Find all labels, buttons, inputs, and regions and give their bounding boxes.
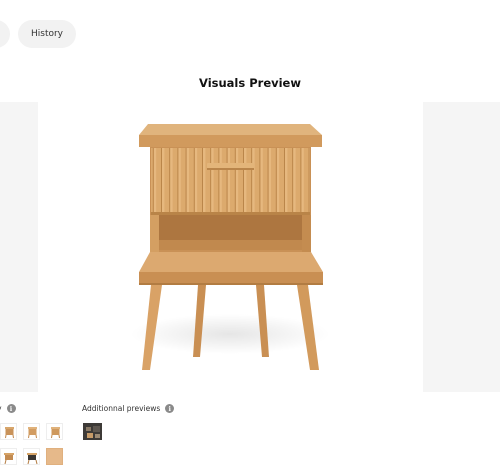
gallery-thumbnail[interactable] — [23, 423, 40, 440]
info-icon[interactable]: i — [6, 404, 16, 413]
nav-pill-left[interactable] — [0, 20, 10, 48]
gallery-thumbnail[interactable] — [0, 423, 17, 440]
previous-preview-panel[interactable] — [0, 102, 38, 392]
gallery-label-text: ry — [0, 404, 2, 413]
gallery-thumbnail[interactable] — [23, 448, 40, 465]
additional-preview-thumbnail[interactable] — [83, 423, 102, 440]
history-button[interactable]: History — [18, 20, 76, 48]
gallery-thumbnail[interactable] — [46, 423, 63, 440]
additional-previews-label-text: Additionnal previews — [82, 404, 161, 413]
info-icon[interactable]: i — [165, 404, 175, 413]
page-title: Visuals Preview — [199, 76, 301, 90]
gallery-section-label: ry i — [0, 404, 16, 413]
next-preview-panel[interactable] — [423, 102, 500, 392]
additional-previews-label: Additionnal previews i — [82, 404, 175, 413]
gallery-thumbnail[interactable] — [46, 448, 63, 465]
preview-stage — [38, 102, 423, 392]
nightstand-image — [130, 124, 330, 370]
gallery-thumbnail[interactable] — [0, 448, 17, 465]
